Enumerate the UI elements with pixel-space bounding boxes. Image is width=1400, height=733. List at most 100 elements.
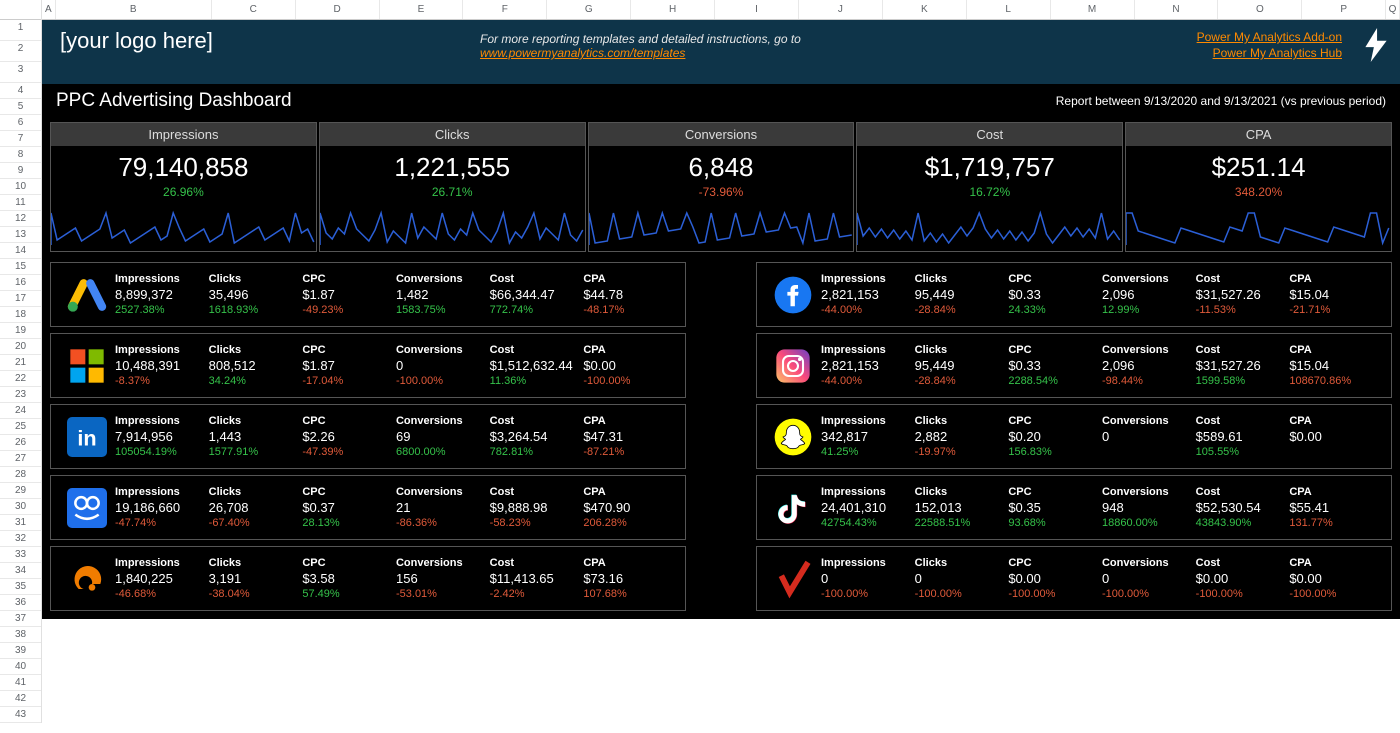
sparkline — [857, 205, 1122, 249]
metric-clicks: Clicks 152,013 22588.51% — [915, 486, 1007, 529]
facebook-icon — [765, 273, 821, 316]
metric-cpc: CPC $0.37 28.13% — [302, 486, 394, 529]
instagram-icon — [765, 344, 821, 387]
platform-card-google-ads: Impressions 8,899,372 2527.38% Clicks 35… — [50, 262, 686, 327]
metric-clicks: Clicks 1,443 1577.91% — [209, 415, 301, 458]
metric-conversions: Conversions 156 -53.01% — [396, 557, 488, 600]
metric-cpc: CPC $0.20 156.83% — [1008, 415, 1100, 458]
metric-cpc: CPC $0.33 2288.54% — [1008, 344, 1100, 387]
metric-conversions: Conversions 2,096 12.99% — [1102, 273, 1194, 316]
metric-cost: Cost $31,527.26 -11.53% — [1196, 273, 1288, 316]
metric-clicks: Clicks 95,449 -28.84% — [915, 273, 1007, 316]
sparkline — [51, 205, 316, 249]
metric-impressions: Impressions 342,817 41.25% — [821, 415, 913, 458]
hero-delta: 26.96% — [51, 185, 316, 203]
lightning-icon — [1362, 28, 1390, 62]
outbrain-icon — [59, 557, 115, 600]
metric-cpa: CPA $0.00 -100.00% — [1289, 557, 1381, 600]
logo-placeholder: [your logo here] — [60, 28, 480, 54]
hero-delta: 16.72% — [857, 185, 1122, 203]
metric-conversions: Conversions 2,096 -98.44% — [1102, 344, 1194, 387]
platform-card-taboola: Impressions 19,186,660 -47.74% Clicks 26… — [50, 475, 686, 540]
sparkline — [320, 205, 585, 249]
sparkline — [589, 205, 854, 249]
microsoft-icon — [59, 344, 115, 387]
metric-conversions: Conversions 948 18860.00% — [1102, 486, 1194, 529]
metric-cpc: CPC $0.00 -100.00% — [1008, 557, 1100, 600]
platform-col-right: Impressions 2,821,153 -44.00% Clicks 95,… — [756, 262, 1392, 611]
hero-delta: 348.20% — [1126, 185, 1391, 203]
metric-clicks: Clicks 2,882 -19.97% — [915, 415, 1007, 458]
title-row: PPC Advertising Dashboard Report between… — [42, 84, 1400, 118]
metric-clicks: Clicks 0 -100.00% — [915, 557, 1007, 600]
linkedin-icon: in — [59, 415, 115, 458]
metric-conversions: Conversions 0 — [1102, 415, 1194, 458]
metric-conversions: Conversions 21 -86.36% — [396, 486, 488, 529]
metric-cpc: CPC $2.26 -47.39% — [302, 415, 394, 458]
hero-delta: -73.96% — [589, 185, 854, 203]
header-center-text: For more reporting templates and detaile… — [480, 28, 1197, 60]
metric-cost: Cost $11,413.65 -2.42% — [490, 557, 582, 600]
metric-impressions: Impressions 2,821,153 -44.00% — [821, 344, 913, 387]
hero-value: 6,848 — [589, 146, 854, 185]
sparkline — [1126, 205, 1391, 249]
metric-cpa: CPA $15.04 -21.71% — [1289, 273, 1381, 316]
hero-card-clicks: Clicks 1,221,555 26.71% — [319, 122, 586, 252]
metric-impressions: Impressions 24,401,310 42754.43% — [821, 486, 913, 529]
platform-col-left: Impressions 8,899,372 2527.38% Clicks 35… — [50, 262, 686, 611]
metric-cpa: CPA $0.00 -100.00% — [583, 344, 675, 387]
platform-card-microsoft: Impressions 10,488,391 -8.37% Clicks 808… — [50, 333, 686, 398]
templates-link[interactable]: www.powermyanalytics.com/templates — [480, 46, 685, 60]
row-number-gutter: 1234567891011121314151617181920212223242… — [0, 0, 42, 723]
hero-label: Cost — [857, 123, 1122, 146]
metric-cost: Cost $31,527.26 1599.58% — [1196, 344, 1288, 387]
metric-cost: Cost $9,888.98 -58.23% — [490, 486, 582, 529]
platform-grid: Impressions 8,899,372 2527.38% Clicks 35… — [42, 258, 1400, 619]
hero-card-conversions: Conversions 6,848 -73.96% — [588, 122, 855, 252]
svg-text:in: in — [77, 425, 96, 450]
metric-conversions: Conversions 69 6800.00% — [396, 415, 488, 458]
platform-card-verizon: Impressions 0 -100.00% Clicks 0 -100.00%… — [756, 546, 1392, 611]
snapchat-icon — [765, 415, 821, 458]
hero-value: 79,140,858 — [51, 146, 316, 185]
hero-label: CPA — [1126, 123, 1391, 146]
platform-card-linkedin: in Impressions 7,914,956 105054.19% Clic… — [50, 404, 686, 469]
metric-conversions: Conversions 0 -100.00% — [1102, 557, 1194, 600]
metric-clicks: Clicks 35,496 1618.93% — [209, 273, 301, 316]
hero-card-cpa: CPA $251.14 348.20% — [1125, 122, 1392, 252]
verizon-icon — [765, 557, 821, 600]
metric-cost: Cost $3,264.54 782.81% — [490, 415, 582, 458]
taboola-icon — [59, 486, 115, 529]
metric-clicks: Clicks 808,512 34.24% — [209, 344, 301, 387]
hero-value: 1,221,555 — [320, 146, 585, 185]
hero-metrics: Impressions 79,140,858 26.96% Clicks 1,2… — [50, 122, 1392, 252]
platform-card-outbrain: Impressions 1,840,225 -46.68% Clicks 3,1… — [50, 546, 686, 611]
addon-link[interactable]: Power My Analytics Add-on — [1197, 30, 1342, 44]
metric-cpc: CPC $0.35 93.68% — [1008, 486, 1100, 529]
hero-delta: 26.71% — [320, 185, 585, 203]
hero-card-cost: Cost $1,719,757 16.72% — [856, 122, 1123, 252]
metric-impressions: Impressions 19,186,660 -47.74% — [115, 486, 207, 529]
platform-card-facebook: Impressions 2,821,153 -44.00% Clicks 95,… — [756, 262, 1392, 327]
hero-label: Impressions — [51, 123, 316, 146]
metric-conversions: Conversions 0 -100.00% — [396, 344, 488, 387]
column-headers: ABCDEFGHIJKLMNOPQ — [42, 0, 1400, 20]
metric-cost: Cost $0.00 -100.00% — [1196, 557, 1288, 600]
metric-cpc: CPC $3.58 57.49% — [302, 557, 394, 600]
metric-cpa: CPA $55.41 131.77% — [1289, 486, 1381, 529]
metric-clicks: Clicks 26,708 -67.40% — [209, 486, 301, 529]
page-title: PPC Advertising Dashboard — [56, 90, 292, 112]
metric-clicks: Clicks 95,449 -28.84% — [915, 344, 1007, 387]
platform-card-tiktok: Impressions 24,401,310 42754.43% Clicks … — [756, 475, 1392, 540]
metric-impressions: Impressions 8,899,372 2527.38% — [115, 273, 207, 316]
metric-impressions: Impressions 0 -100.00% — [821, 557, 913, 600]
report-range: Report between 9/13/2020 and 9/13/2021 (… — [1056, 94, 1386, 108]
metric-cpc: CPC $1.87 -17.04% — [302, 344, 394, 387]
platform-card-snapchat: Impressions 342,817 41.25% Clicks 2,882 … — [756, 404, 1392, 469]
metric-cpc: CPC $1.87 -49.23% — [302, 273, 394, 316]
metric-clicks: Clicks 3,191 -38.04% — [209, 557, 301, 600]
metric-cpc: CPC $0.33 24.33% — [1008, 273, 1100, 316]
hub-link[interactable]: Power My Analytics Hub — [1197, 46, 1342, 60]
metric-cost: Cost $66,344.47 772.74% — [490, 273, 582, 316]
metric-cpa: CPA $470.90 206.28% — [583, 486, 675, 529]
